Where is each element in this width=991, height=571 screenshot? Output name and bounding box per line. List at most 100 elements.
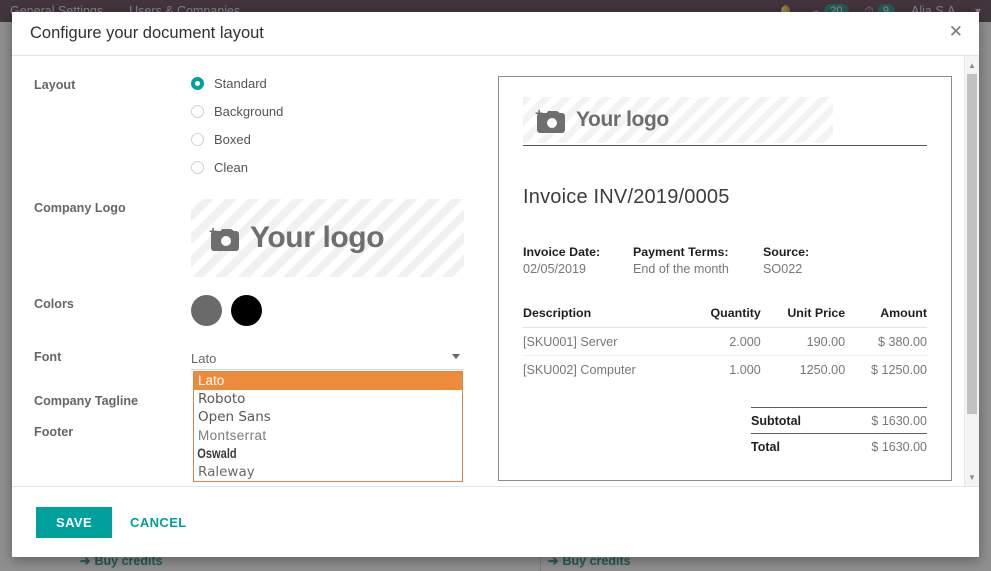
cell-unit-price: 1250.00 [799,363,846,377]
meta-payment-terms: Payment Terms: End of the month [633,245,763,276]
color-swatch-group [191,295,488,326]
meta-label-source: Source: [763,245,810,259]
logo-placeholder-text: Your logo [250,221,385,254]
font-option-roboto[interactable]: Roboto [194,390,462,408]
field-label-company-logo: Company Logo [34,201,126,215]
layout-radio-group: Standard Background Boxed Clean [191,76,488,175]
invoice-preview: + Your logo Invoice INV/2019/0005 Invoic… [498,76,952,481]
dialog-header: Configure your document layout ✕ [12,12,979,56]
col-header-unit-price: Unit Price [760,306,846,328]
field-label-layout: Layout [34,78,76,92]
invoice-number-title: Invoice INV/2019/0005 [523,186,730,208]
radio-layout-background[interactable]: Background [191,104,488,119]
invoice-table-head: Description Quantity Unit Price Amount [523,306,927,328]
radio-dot-icon [191,133,204,146]
font-select[interactable]: Lato [191,348,463,370]
chevron-down-icon[interactable] [452,354,460,359]
close-icon[interactable]: ✕ [949,23,963,40]
radio-label-background: Background [214,104,284,119]
field-value-colors [191,295,488,326]
document-preview-pane: + Your logo Invoice INV/2019/0005 Invoic… [488,56,979,486]
preview-logo-placeholder: + Your logo [523,97,833,143]
totals-label-subtotal: Subtotal [751,407,835,434]
dialog-title: Configure your document layout [30,24,264,42]
dialog-footer: SAVE CANCEL [12,487,979,557]
meta-value-payment-terms: End of the month [633,262,729,276]
preview-logo-text: Your logo [576,108,669,131]
color-swatch-secondary[interactable] [231,295,262,326]
meta-invoice-date: Invoice Date: 02/05/2019 [523,245,633,276]
field-colors: Colors [34,295,488,326]
scrollbar-thumb[interactable] [967,74,977,414]
dialog-body-scrollbar[interactable]: ▲ ▼ [964,56,979,486]
font-option-montserrat[interactable]: Montserrat [194,427,462,445]
field-label-footer: Footer [34,425,74,439]
table-row: [SKU001] Server 2.000 190.00 $ 380.00 [523,327,927,356]
cell-description: [SKU001] Server [523,327,688,356]
company-logo-upload[interactable]: + Your logo [191,199,464,277]
radio-layout-clean[interactable]: Clean [191,160,488,175]
save-button[interactable]: SAVE [36,506,113,538]
meta-value-source: SO022 [763,262,803,276]
color-swatch-primary[interactable] [191,295,222,326]
totals-table: Subtotal $ 1630.00 Total $ 1630.00 [751,407,927,459]
preview-logo-inner: + Your logo [535,106,669,133]
font-option-open-sans[interactable]: Open Sans [194,408,462,426]
field-company-logo: Company Logo + Your logo [34,199,488,277]
cell-amount: $ 1250.00 [870,363,927,377]
scroll-up-arrow-icon[interactable]: ▲ [965,58,979,72]
radio-label-boxed: Boxed [214,132,251,147]
scroll-down-arrow-icon[interactable]: ▼ [965,470,979,484]
field-layout: Layout Standard Background Boxed Clean [34,76,488,175]
logo-placeholder: + Your logo [209,221,385,255]
totals-row-total: Total $ 1630.00 [751,433,927,459]
col-header-amount: Amount [845,306,927,328]
meta-label-invoice-date: Invoice Date: [523,245,601,259]
invoice-table-body: [SKU001] Server 2.000 190.00 $ 380.00 [S… [523,327,927,384]
invoice-table-header-row: Description Quantity Unit Price Amount [523,306,927,328]
field-label-font: Font [34,350,62,364]
document-layout-dialog: Configure your document layout ✕ Layout … [12,12,979,557]
field-label-company-tagline: Company Tagline [34,394,139,408]
cell-quantity: 2.000 [687,327,761,356]
radio-dot-icon [191,77,204,90]
meta-source: Source: SO022 [763,245,883,276]
totals-value-total: $ 1630.00 [834,433,927,459]
col-header-quantity: Quantity [687,306,761,328]
font-option-oswald[interactable]: Oswald [194,445,414,463]
field-label-colors: Colors [34,297,74,311]
radio-layout-boxed[interactable]: Boxed [191,132,488,147]
totals-row-subtotal: Subtotal $ 1630.00 [751,407,927,434]
field-font: Font Lato Lato Roboto Open Sans Montserr… [34,348,488,483]
table-row: [SKU002] Computer 1.000 1250.00 $ 1250.0… [523,356,927,384]
meta-label-payment-terms: Payment Terms: [633,245,729,259]
camera-lens [221,236,231,246]
field-value-layout: Standard Background Boxed Clean [191,76,488,175]
font-select-wrapper: Lato Lato Roboto Open Sans Montserrat Os… [191,348,463,483]
radio-dot-icon [191,161,204,174]
totals-label-total: Total [751,433,835,459]
col-header-description: Description [523,306,688,328]
radio-label-clean: Clean [214,160,248,175]
preview-header-divider [523,145,927,146]
field-value-font: Lato Lato Roboto Open Sans Montserrat Os… [191,348,488,483]
cell-description: [SKU002] Computer [523,363,636,377]
dialog-body: Layout Standard Background Boxed Clean C… [12,56,979,487]
font-option-raleway[interactable]: Raleway [194,463,462,481]
cell-unit-price: 190.00 [760,327,846,356]
totals-value-subtotal: $ 1630.00 [834,407,927,434]
layout-settings-form: Layout Standard Background Boxed Clean C… [12,56,488,486]
meta-value-invoice-date: 02/05/2019 [523,262,587,276]
radio-layout-standard[interactable]: Standard [191,76,488,91]
invoice-lines-table: Description Quantity Unit Price Amount [… [523,306,927,383]
font-options-listbox[interactable]: Lato Roboto Open Sans Montserrat Oswald … [193,371,463,483]
cancel-button[interactable]: CANCEL [130,515,187,530]
invoice-totals: Subtotal $ 1630.00 Total $ 1630.00 [751,407,927,459]
radio-label-standard: Standard [214,76,267,91]
invoice-meta-row: Invoice Date: 02/05/2019 Payment Terms: … [523,245,927,276]
font-option-lato[interactable]: Lato [194,372,462,391]
camera-add-icon: + [209,224,241,251]
cell-amount: $ 380.00 [845,327,927,356]
camera-add-icon: + [535,106,567,133]
field-value-company-logo: + Your logo [191,199,488,277]
